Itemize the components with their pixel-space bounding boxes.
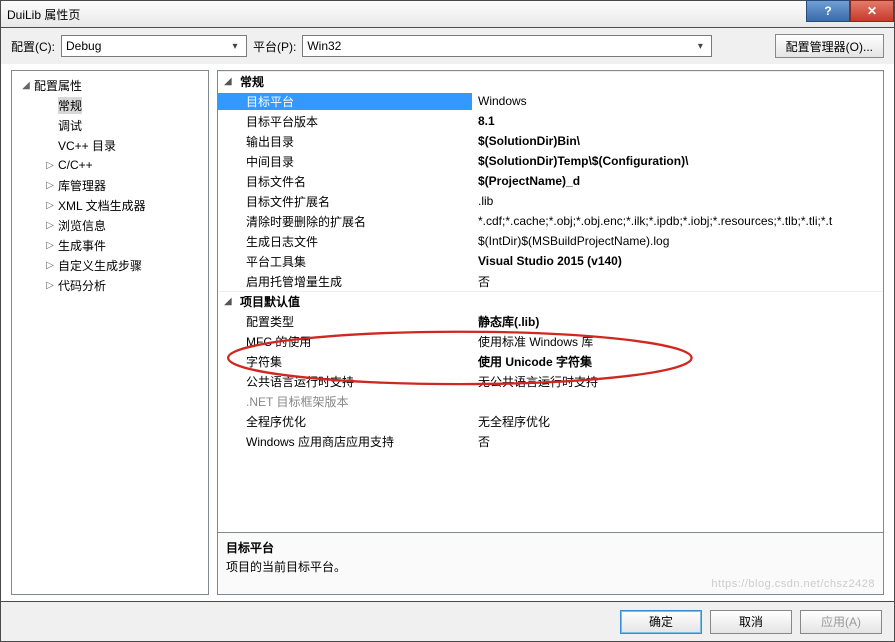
- grid-key: 中间目录: [218, 153, 472, 170]
- right-panel: ◢常规目标平台Windows目标平台版本8.1输出目录$(SolutionDir…: [217, 70, 884, 595]
- tree: ◢配置属性常规调试VC++ 目录▷C/C++▷库管理器▷XML 文档生成器▷浏览…: [12, 71, 208, 299]
- grid-row[interactable]: 目标平台Windows: [218, 91, 883, 111]
- grid-value: 否: [472, 433, 883, 450]
- dialog-buttons: 确定 取消 应用(A): [0, 602, 895, 642]
- grid-value: $(SolutionDir)Temp\$(Configuration)\: [472, 154, 883, 168]
- config-combo[interactable]: Debug ▾: [61, 35, 247, 57]
- grid-key: 公共语言运行时支持: [218, 373, 472, 390]
- grid-key: 字符集: [218, 353, 472, 370]
- grid-row[interactable]: 目标文件名$(ProjectName)_d: [218, 171, 883, 191]
- grid-row[interactable]: 配置类型静态库(.lib): [218, 311, 883, 331]
- ok-button[interactable]: 确定: [620, 610, 702, 634]
- description-title: 目标平台: [226, 539, 875, 556]
- tree-item[interactable]: ▷XML 文档生成器: [12, 195, 208, 215]
- cancel-button[interactable]: 取消: [710, 610, 792, 634]
- grid-value: 静态库(.lib): [472, 313, 883, 330]
- grid-value: 无公共语言运行时支持: [472, 373, 883, 390]
- tree-item[interactable]: ▷浏览信息: [12, 215, 208, 235]
- grid-row[interactable]: 生成日志文件$(IntDir)$(MSBuildProjectName).log: [218, 231, 883, 251]
- grid-key: .NET 目标框架版本: [218, 393, 472, 410]
- grid-section-header[interactable]: ◢常规: [218, 71, 883, 91]
- collapse-icon: ◢: [20, 80, 32, 91]
- grid-value: 否: [472, 273, 883, 290]
- grid-row[interactable]: 平台工具集Visual Studio 2015 (v140): [218, 251, 883, 271]
- main-area: ◢配置属性常规调试VC++ 目录▷C/C++▷库管理器▷XML 文档生成器▷浏览…: [0, 64, 895, 602]
- tree-item[interactable]: 调试: [12, 115, 208, 135]
- grid-key: 目标平台版本: [218, 113, 472, 130]
- grid-key: 生成日志文件: [218, 233, 472, 250]
- apply-button[interactable]: 应用(A): [800, 610, 882, 634]
- grid-value: 使用标准 Windows 库: [472, 333, 883, 350]
- grid-value: 8.1: [472, 114, 883, 128]
- tree-item[interactable]: ▷生成事件: [12, 235, 208, 255]
- grid-value: 使用 Unicode 字符集: [472, 353, 883, 370]
- grid-key: 配置类型: [218, 313, 472, 330]
- grid-row[interactable]: 目标文件扩展名.lib: [218, 191, 883, 211]
- grid-row[interactable]: 中间目录$(SolutionDir)Temp\$(Configuration)\: [218, 151, 883, 171]
- grid-row[interactable]: 目标平台版本8.1: [218, 111, 883, 131]
- chevron-down-icon: ▾: [228, 41, 242, 52]
- grid-section-header[interactable]: ◢项目默认值: [218, 291, 883, 311]
- grid-row[interactable]: 全程序优化无全程序优化: [218, 411, 883, 431]
- grid-value: *.cdf;*.cache;*.obj;*.obj.enc;*.ilk;*.ip…: [472, 214, 883, 228]
- grid-value: $(IntDir)$(MSBuildProjectName).log: [472, 234, 883, 248]
- description-text: 项目的当前目标平台。: [226, 558, 875, 575]
- config-manager-button[interactable]: 配置管理器(O)...: [775, 34, 884, 58]
- tree-root[interactable]: ◢配置属性: [12, 75, 208, 95]
- grid-key: 目标平台: [218, 93, 472, 110]
- grid-key: 清除时要删除的扩展名: [218, 213, 472, 230]
- tree-item[interactable]: ▷自定义生成步骤: [12, 255, 208, 275]
- tree-item[interactable]: ▷库管理器: [12, 175, 208, 195]
- property-grid: ◢常规目标平台Windows目标平台版本8.1输出目录$(SolutionDir…: [217, 70, 884, 533]
- sidebar: ◢配置属性常规调试VC++ 目录▷C/C++▷库管理器▷XML 文档生成器▷浏览…: [11, 70, 209, 595]
- grid-row[interactable]: 字符集使用 Unicode 字符集: [218, 351, 883, 371]
- grid-row[interactable]: Windows 应用商店应用支持否: [218, 431, 883, 451]
- tree-item[interactable]: 常规: [12, 95, 208, 115]
- grid-key: 输出目录: [218, 133, 472, 150]
- expand-icon: ▷: [44, 220, 56, 231]
- expand-icon: ▷: [44, 200, 56, 211]
- close-button[interactable]: ✕: [850, 0, 894, 22]
- grid-value: 无全程序优化: [472, 413, 883, 430]
- help-button[interactable]: ?: [806, 0, 850, 22]
- platform-value: Win32: [307, 39, 693, 53]
- watermark: https://blog.csdn.net/chsz2428: [711, 578, 875, 590]
- toolbar: 配置(C): Debug ▾ 平台(P): Win32 ▾ 配置管理器(O)..…: [0, 28, 895, 64]
- tree-item[interactable]: VC++ 目录: [12, 135, 208, 155]
- titlebar: DuiLib 属性页 ? ✕: [0, 0, 895, 28]
- grid-row[interactable]: 公共语言运行时支持无公共语言运行时支持: [218, 371, 883, 391]
- platform-combo[interactable]: Win32 ▾: [302, 35, 712, 57]
- platform-label: 平台(P):: [253, 38, 296, 55]
- tree-item[interactable]: ▷C/C++: [12, 155, 208, 175]
- grid-value: .lib: [472, 194, 883, 208]
- grid-row[interactable]: MFC 的使用使用标准 Windows 库: [218, 331, 883, 351]
- expand-icon: ▷: [44, 180, 56, 191]
- grid-value: Visual Studio 2015 (v140): [472, 254, 883, 268]
- grid-key: 启用托管增量生成: [218, 273, 472, 290]
- grid-key: MFC 的使用: [218, 333, 472, 350]
- tree-item[interactable]: ▷代码分析: [12, 275, 208, 295]
- grid-row[interactable]: 输出目录$(SolutionDir)Bin\: [218, 131, 883, 151]
- grid-value: Windows: [472, 94, 883, 108]
- config-label: 配置(C):: [11, 38, 55, 55]
- grid-row[interactable]: .NET 目标框架版本: [218, 391, 883, 411]
- expand-icon: ▷: [44, 160, 56, 171]
- expand-icon: ▷: [44, 260, 56, 271]
- grid-key: 平台工具集: [218, 253, 472, 270]
- window-title: DuiLib 属性页: [7, 6, 80, 23]
- grid-key: 目标文件扩展名: [218, 193, 472, 210]
- grid-row[interactable]: 清除时要删除的扩展名*.cdf;*.cache;*.obj;*.obj.enc;…: [218, 211, 883, 231]
- collapse-icon: ◢: [224, 76, 236, 87]
- expand-icon: ▷: [44, 280, 56, 291]
- config-value: Debug: [66, 39, 228, 53]
- grid-key: 目标文件名: [218, 173, 472, 190]
- grid-key: 全程序优化: [218, 413, 472, 430]
- expand-icon: ▷: [44, 240, 56, 251]
- chevron-down-icon: ▾: [693, 41, 707, 52]
- grid-value: $(ProjectName)_d: [472, 174, 883, 188]
- grid-row[interactable]: 启用托管增量生成否: [218, 271, 883, 291]
- grid-key: Windows 应用商店应用支持: [218, 433, 472, 450]
- grid-value: $(SolutionDir)Bin\: [472, 134, 883, 148]
- collapse-icon: ◢: [224, 296, 236, 307]
